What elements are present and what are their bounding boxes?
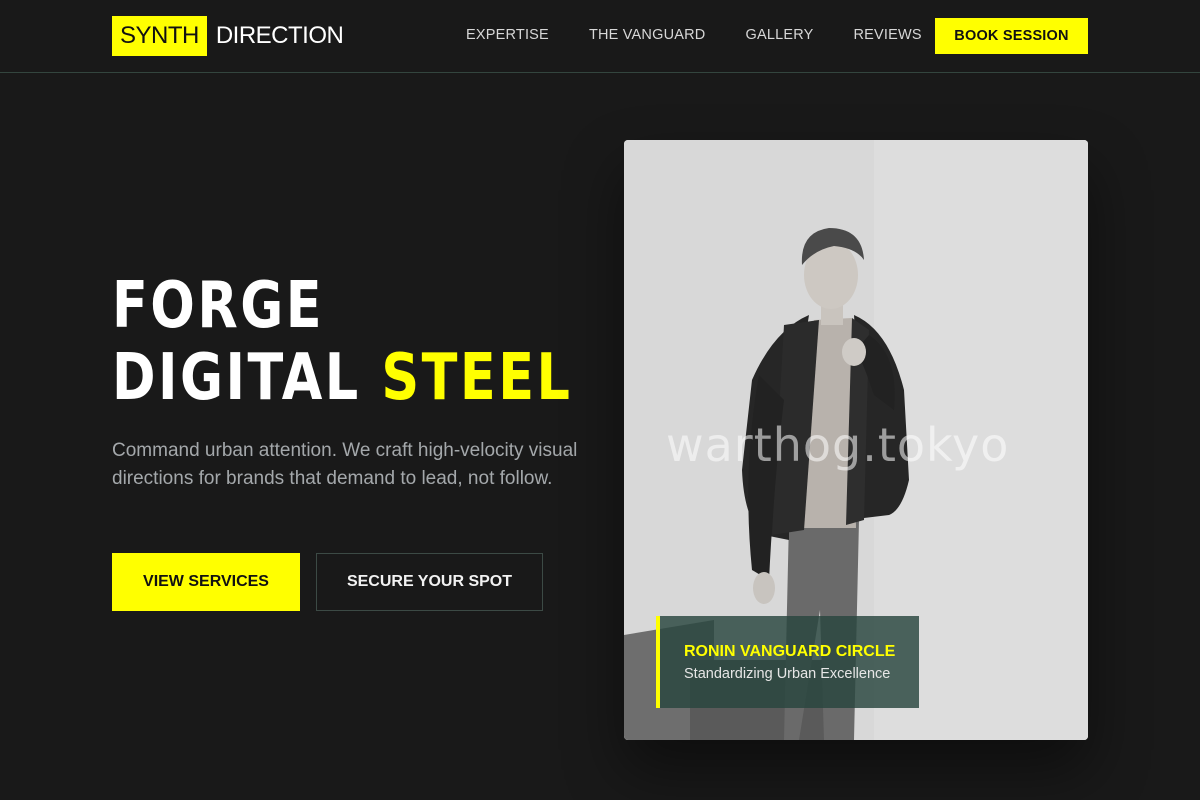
view-services-button[interactable]: VIEW SERVICES bbox=[112, 553, 300, 611]
caption-title: RONIN VANGUARD CIRCLE bbox=[684, 643, 896, 660]
nav-link-the-vanguard[interactable]: THE VANGUARD bbox=[589, 26, 706, 44]
hero-headline-line1: FORGE bbox=[112, 269, 325, 343]
hero-photo-card: warthog.tokyo RONIN VANGUARD CIRCLE Stan… bbox=[624, 140, 1088, 740]
brand-logo-text: DIRECTION bbox=[215, 22, 344, 49]
brand-logo[interactable]: SYNTH DIRECTION bbox=[112, 16, 344, 56]
nav-link-reviews[interactable]: REVIEWS bbox=[854, 26, 922, 44]
main-nav: EXPERTISE THE VANGUARD GALLERY REVIEWS bbox=[466, 26, 962, 44]
nav-link-gallery[interactable]: GALLERY bbox=[745, 26, 813, 44]
hero-headline: FORGE DIGITAL STEEL bbox=[112, 270, 572, 414]
image-caption: RONIN VANGUARD CIRCLE Standardizing Urba… bbox=[656, 616, 919, 708]
watermark-text: warthog.tokyo bbox=[666, 418, 1010, 472]
book-session-button[interactable]: BOOK SESSION bbox=[935, 18, 1088, 54]
hero-headline-line2: DIGITAL bbox=[112, 341, 361, 415]
hero-headline-accent: STEEL bbox=[381, 341, 573, 415]
secure-your-spot-button[interactable]: SECURE YOUR SPOT bbox=[316, 553, 543, 611]
site-header: SYNTH DIRECTION EXPERTISE THE VANGUARD G… bbox=[0, 0, 1200, 73]
nav-link-expertise[interactable]: EXPERTISE bbox=[466, 26, 549, 44]
hero-lead-text: Command urban attention. We craft high-v… bbox=[112, 440, 578, 489]
brand-logo-highlight: SYNTH bbox=[112, 16, 207, 56]
caption-subtitle: Standardizing Urban Excellence bbox=[684, 666, 891, 682]
